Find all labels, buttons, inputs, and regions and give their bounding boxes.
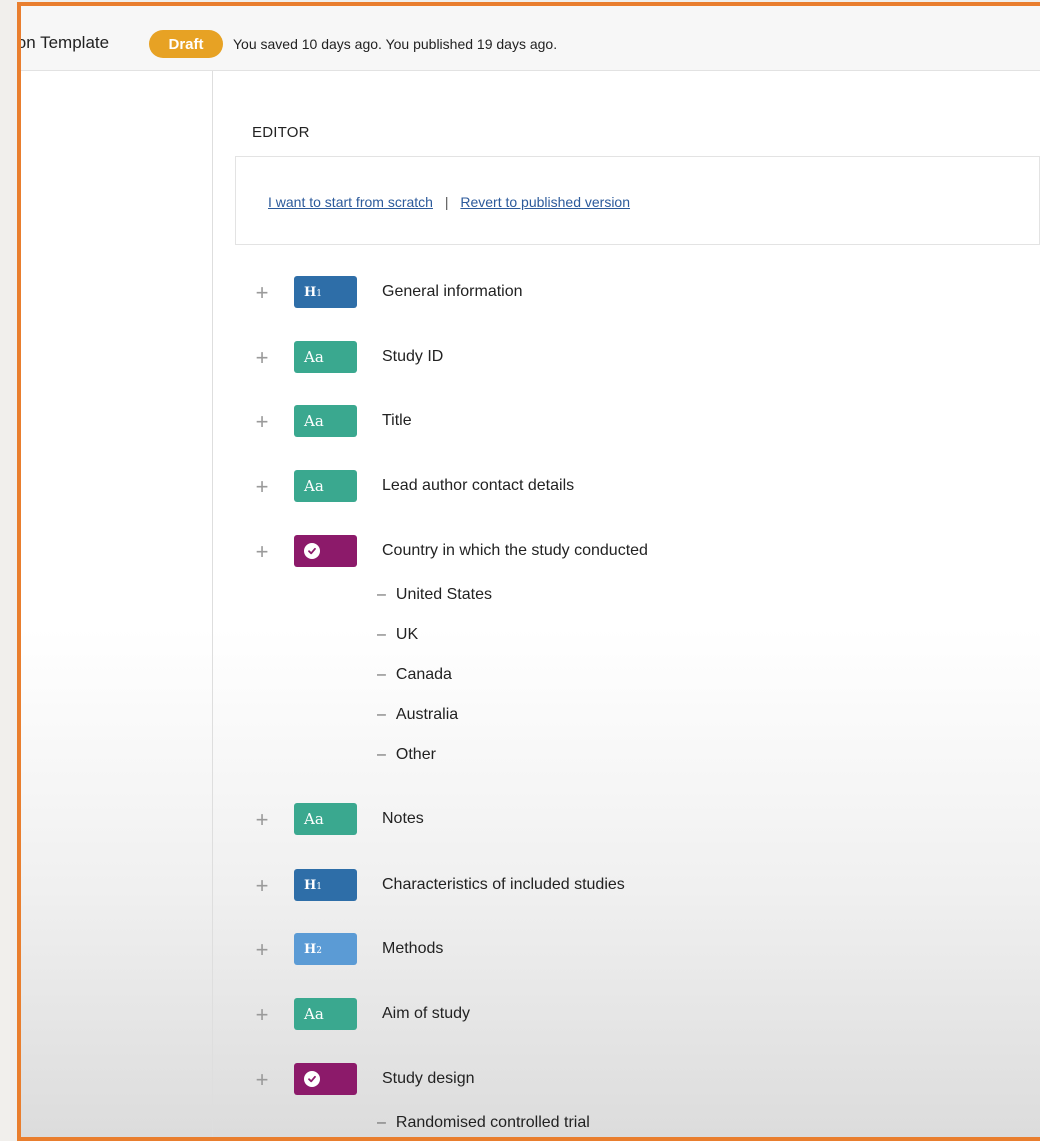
add-field-icon[interactable]: +	[251, 541, 273, 563]
option-label: Other	[395, 746, 436, 763]
field-row[interactable]: + Aa Aim of study	[251, 998, 851, 1035]
field-row[interactable]: + H1 Characteristics of included studies	[251, 869, 851, 906]
template-title: ion Template	[17, 33, 110, 52]
add-field-icon[interactable]: +	[251, 939, 273, 961]
field-label: General information	[382, 283, 523, 300]
start-from-scratch-link[interactable]: I want to start from scratch	[268, 194, 433, 210]
heading1-chip[interactable]: H1	[294, 869, 357, 901]
option-item: – Canada	[377, 666, 452, 684]
editor-actions-box: I want to start from scratch | Revert to…	[235, 156, 1040, 245]
add-field-icon[interactable]: +	[251, 476, 273, 498]
dash-icon: –	[377, 706, 386, 723]
check-icon	[304, 543, 320, 559]
save-status-text: You saved 10 days ago. You published 19 …	[233, 36, 558, 52]
text-icon: Aa	[304, 1005, 324, 1023]
field-row[interactable]: + Aa Lead author contact details	[251, 470, 851, 507]
app-window: ion Template Draft You saved 10 days ago…	[17, 2, 1040, 1141]
dash-icon: –	[377, 626, 386, 643]
option-label: Canada	[395, 666, 452, 683]
dash-icon: –	[377, 586, 386, 603]
field-label: Title	[382, 412, 412, 429]
link-separator: |	[444, 194, 449, 210]
text-icon: Aa	[304, 477, 324, 495]
field-row[interactable]: + Aa Title	[251, 405, 851, 442]
text-chip[interactable]: Aa	[294, 405, 357, 437]
add-field-icon[interactable]: +	[251, 809, 273, 831]
dash-icon: –	[377, 666, 386, 683]
field-label: Aim of study	[382, 1005, 471, 1022]
option-item: – Australia	[377, 706, 458, 724]
editor-actions: I want to start from scratch | Revert to…	[268, 194, 630, 210]
choice-chip[interactable]	[294, 535, 357, 567]
add-field-icon[interactable]: +	[251, 411, 273, 433]
revert-to-published-link[interactable]: Revert to published version	[460, 194, 630, 210]
text-icon: Aa	[304, 810, 324, 828]
add-field-icon[interactable]: +	[251, 282, 273, 304]
field-label: Country in which the study conducted	[382, 542, 648, 559]
add-field-icon[interactable]: +	[251, 1004, 273, 1026]
text-chip[interactable]: Aa	[294, 998, 357, 1030]
add-field-icon[interactable]: +	[251, 347, 273, 369]
heading2-chip[interactable]: H2	[294, 933, 357, 965]
option-item: – Randomised controlled trial	[377, 1114, 590, 1132]
field-label: Characteristics of included studies	[382, 876, 625, 893]
field-row[interactable]: + Country in which the study conducted	[251, 535, 851, 572]
text-icon: Aa	[304, 412, 324, 430]
add-field-icon[interactable]: +	[251, 875, 273, 897]
option-label: Randomised controlled trial	[395, 1114, 590, 1131]
option-item: – United States	[377, 586, 492, 604]
header-bar: ion Template Draft You saved 10 days ago…	[21, 6, 1040, 71]
field-label: Study design	[382, 1070, 475, 1087]
left-panel	[21, 71, 213, 1137]
choice-chip[interactable]	[294, 1063, 357, 1095]
field-label: Study ID	[382, 348, 444, 365]
dash-icon: –	[377, 1114, 386, 1131]
text-chip[interactable]: Aa	[294, 470, 357, 502]
editor-heading: EDITOR	[252, 124, 310, 141]
option-label: UK	[395, 626, 419, 643]
option-label: United States	[395, 586, 492, 603]
field-row[interactable]: + Aa Study ID	[251, 341, 851, 378]
text-chip[interactable]: Aa	[294, 341, 357, 373]
option-item: – Other	[377, 746, 436, 764]
heading1-chip[interactable]: H1	[294, 276, 357, 308]
field-row[interactable]: + H1 General information	[251, 276, 851, 313]
field-row[interactable]: + H2 Methods	[251, 933, 851, 970]
text-chip[interactable]: Aa	[294, 803, 357, 835]
heading1-icon: H1	[304, 284, 323, 300]
option-item: – UK	[377, 626, 418, 644]
field-row[interactable]: + Aa Notes	[251, 803, 851, 840]
check-icon	[304, 1071, 320, 1087]
dash-icon: –	[377, 746, 386, 763]
option-label: Australia	[395, 706, 459, 723]
add-field-icon[interactable]: +	[251, 1069, 273, 1091]
status-badge: Draft	[149, 30, 223, 58]
heading1-icon: H1	[304, 877, 323, 893]
field-label: Lead author contact details	[382, 477, 575, 494]
field-label: Methods	[382, 940, 444, 957]
field-label: Notes	[382, 810, 424, 827]
heading2-icon: H2	[304, 941, 323, 957]
text-icon: Aa	[304, 348, 324, 366]
field-row[interactable]: + Study design	[251, 1063, 851, 1100]
